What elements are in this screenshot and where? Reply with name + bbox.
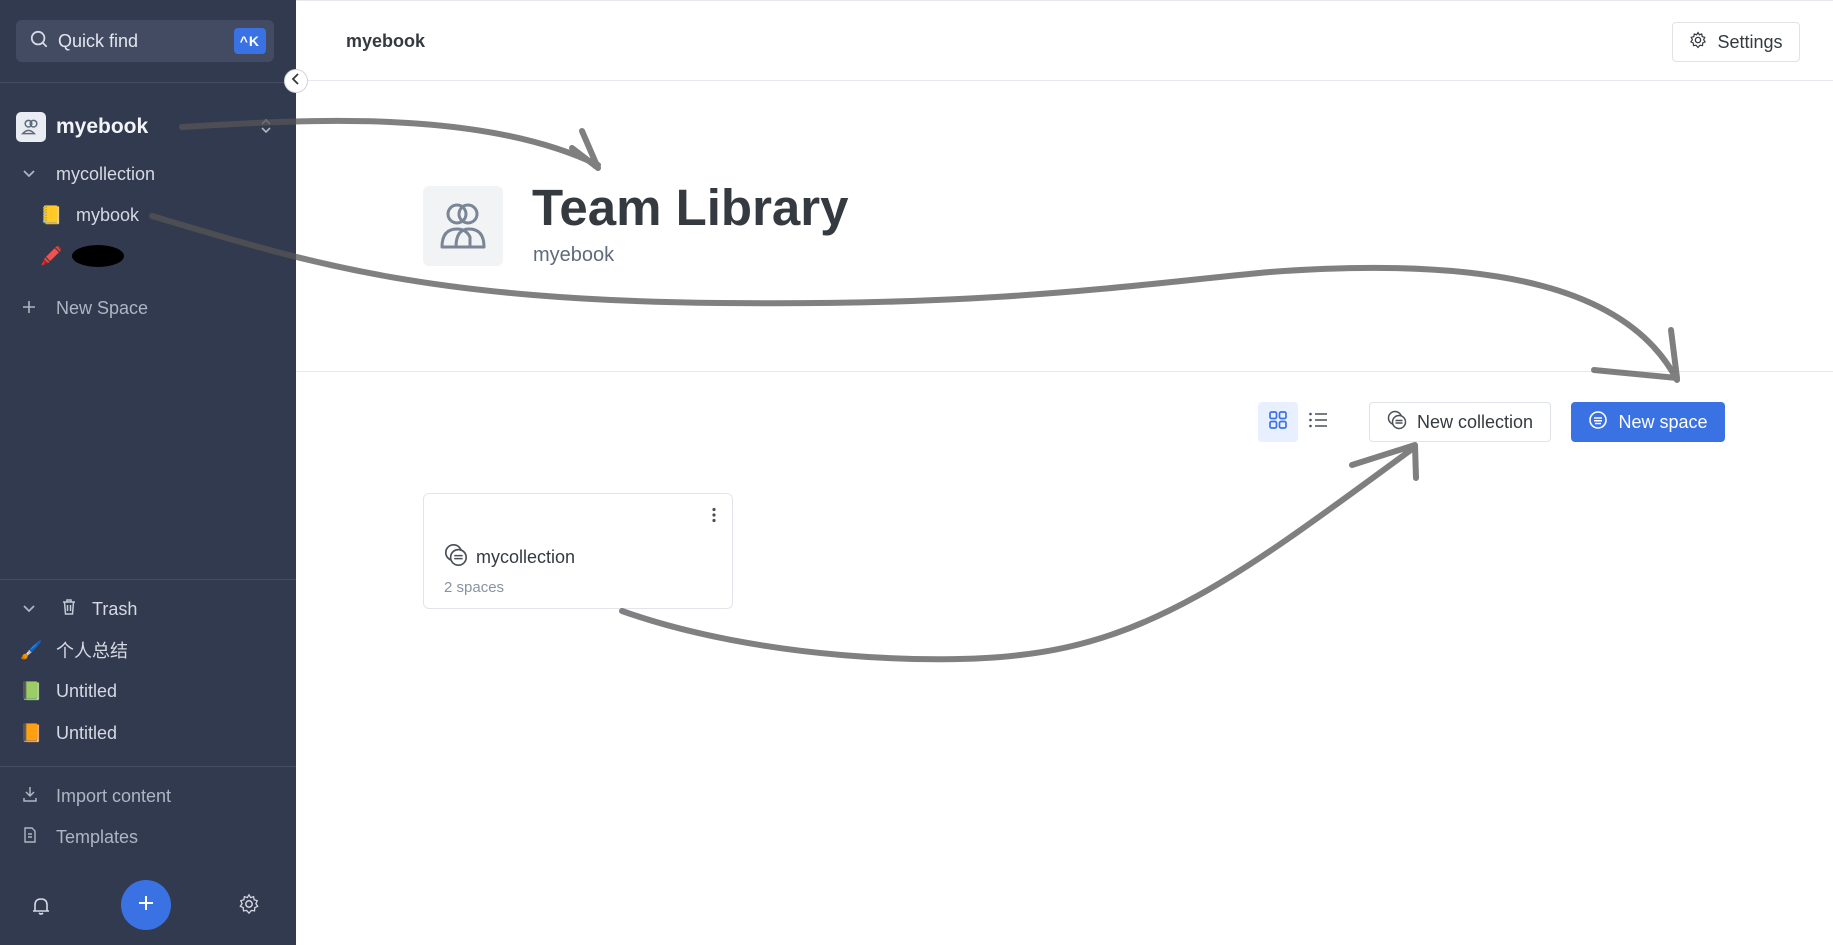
trash-item[interactable]: 📗 Untitled [0,675,296,707]
card-title-label: mycollection [476,547,576,567]
import-content-button[interactable]: Import content [0,780,296,812]
page-title: Team Library [532,179,849,236]
sidebar-item-label: 个人总结 [56,641,128,661]
quick-find-label: Quick find [58,30,139,51]
shortcut-badge: ^K [233,28,266,54]
sidebar-divider [0,766,296,767]
list-icon [1308,411,1328,434]
more-vertical-icon[interactable] [706,506,722,524]
trash-icon [60,598,78,621]
paintbrush-icon: 🖌️ [20,639,43,660]
space-icon [1588,410,1608,435]
sidebar-item-redacted[interactable]: 🖍️ [0,240,296,272]
search-icon [30,30,48,53]
new-collection-label: New collection [1416,411,1534,432]
new-space-button[interactable]: New space [1571,402,1725,442]
create-button[interactable] [121,880,171,930]
sidebar-item-label: mybook [76,204,140,225]
workspace-avatar [16,112,46,142]
sidebar-item-mybook[interactable]: 📒 mybook [0,199,296,231]
sidebar-divider [0,82,296,83]
collapse-sidebar-button[interactable] [284,69,308,93]
gear-icon [1689,30,1707,54]
orange-book-icon: 📙 [20,722,43,743]
new-space-label: New Space [56,297,149,318]
top-bar: myebook Settings [296,0,1833,81]
templates-label: Templates [56,826,139,847]
list-view-button[interactable] [1298,402,1338,442]
download-icon [22,786,42,807]
sidebar-item-label: Untitled [56,722,118,743]
trash-item[interactable]: 📙 Untitled [0,717,296,749]
chevron-left-icon [291,72,301,90]
sidebar-item-label: Untitled [56,680,118,701]
sidebar-item-label: Trash [92,598,138,619]
sidebar-item-label: mycollection [56,163,156,184]
collection-icon [444,543,468,572]
trash-item[interactable]: 🖌️ 个人总结 [0,634,296,666]
grid-view-button[interactable] [1258,402,1298,442]
plus-icon [137,894,155,917]
quick-find-button[interactable]: Quick find ^K [16,20,274,62]
section-divider [296,371,1833,372]
grid-icon [1268,410,1288,435]
chevron-down-icon[interactable] [22,169,42,179]
settings-label: Settings [1717,31,1783,52]
workspace-switcher[interactable]: myebook [16,112,278,142]
card-title: mycollection [444,543,575,572]
green-book-icon: 📗 [20,680,43,701]
new-space-label: New space [1618,411,1708,432]
bell-icon[interactable] [30,895,52,922]
page-subtitle: myebook [533,244,615,266]
collection-icon [1387,410,1407,435]
plus-icon [22,298,42,319]
sidebar-item-mycollection[interactable]: mycollection [0,158,296,190]
new-space-button[interactable]: New Space [0,292,296,324]
crayon-icon: 🖍️ [40,245,63,266]
sidebar-item-trash[interactable]: Trash [0,593,296,625]
notebook-icon: 📒 [40,204,63,225]
chevron-down-icon[interactable] [22,604,42,614]
team-icon [423,186,503,266]
collection-card[interactable]: mycollection 2 spaces [423,493,733,609]
gear-icon[interactable] [238,893,260,920]
import-content-label: Import content [56,785,172,806]
document-icon [22,826,42,848]
redaction-scribble [72,245,124,267]
settings-button[interactable]: Settings [1672,22,1800,62]
workspace-name: myebook [56,115,149,138]
main-content: myebook Settings Team Library myebook Ne… [296,0,1833,945]
templates-button[interactable]: Templates [0,821,296,853]
new-collection-button[interactable]: New collection [1369,402,1551,442]
card-subtitle: 2 spaces [444,579,505,596]
sidebar: Quick find ^K myebook mycollection 📒 myb… [0,0,296,945]
breadcrumb[interactable]: myebook [346,31,425,52]
sidebar-divider [0,579,296,580]
chevron-updown-icon [260,118,272,137]
